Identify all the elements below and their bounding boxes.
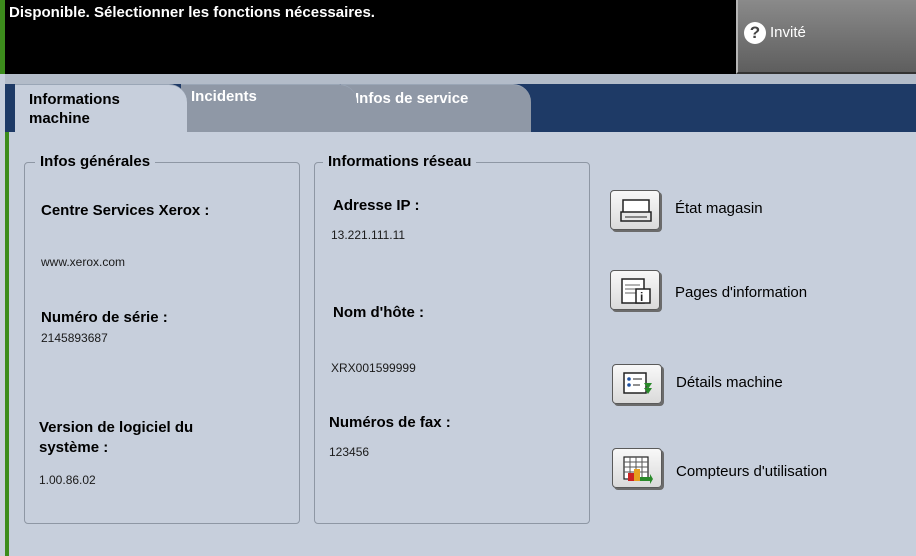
usage-counters-icon (623, 456, 653, 484)
ip-address-label: Adresse IP : (333, 197, 420, 214)
tab-label: Incidents (191, 88, 257, 105)
usage-counters-label: Compteurs d'utilisation (676, 463, 828, 480)
software-version-label: Version de logiciel du système : (39, 419, 194, 456)
tab-informations-machine[interactable]: Informations machine (15, 84, 187, 133)
information-pages-label: Pages d'information (675, 284, 808, 301)
tray-icon (620, 199, 652, 222)
serial-number-label: Numéro de série : (41, 309, 168, 326)
machine-details-button[interactable] (612, 364, 662, 404)
info-pages-icon: i (621, 278, 651, 304)
tab-infos-de-service[interactable]: Infos de service (341, 84, 531, 132)
information-pages-button[interactable]: i (610, 270, 660, 310)
ip-address-value: 13.221.111.11 (331, 228, 406, 242)
serial-number-value: 2145893687 (41, 331, 108, 345)
network-info-group: Informations réseau Adresse IP : 13.221.… (314, 153, 590, 524)
accent-stripe (5, 132, 9, 556)
hostname-label: Nom d'hôte : (333, 304, 425, 321)
usage-counters-button[interactable] (612, 448, 662, 488)
tab-bar: Informations machine Incidents Infos de … (5, 74, 916, 133)
tab-label: Infos de service (355, 90, 469, 107)
general-info-group: Infos générales Centre Services Xerox : … (24, 153, 300, 524)
svg-text:i: i (640, 290, 643, 304)
hostname-value: XRX001599999 (331, 361, 416, 375)
machine-details-label: Détails machine (676, 374, 783, 391)
service-center-value: www.xerox.com (41, 255, 126, 269)
tray-status-button[interactable] (610, 190, 660, 230)
status-message: Disponible. Sélectionner les fonctions n… (9, 4, 375, 21)
fax-numbers-label: Numéros de fax : (329, 414, 451, 431)
service-center-label: Centre Services Xerox : (41, 202, 210, 219)
help-icon: ? (744, 22, 766, 44)
fax-numbers-value: 123456 (329, 445, 370, 459)
machine-details-icon (623, 372, 652, 394)
software-version-value: 1.00.86.02 (39, 473, 96, 487)
tab-label: Informations machine (29, 91, 120, 127)
guest-label: Invité (770, 24, 806, 41)
guest-button[interactable]: ? Invité (736, 0, 916, 74)
general-info-title: Infos générales (35, 153, 156, 170)
tray-status-label: État magasin (675, 200, 763, 217)
tab-incidents[interactable]: Incidents (181, 84, 357, 132)
network-info-title: Informations réseau (323, 153, 477, 170)
